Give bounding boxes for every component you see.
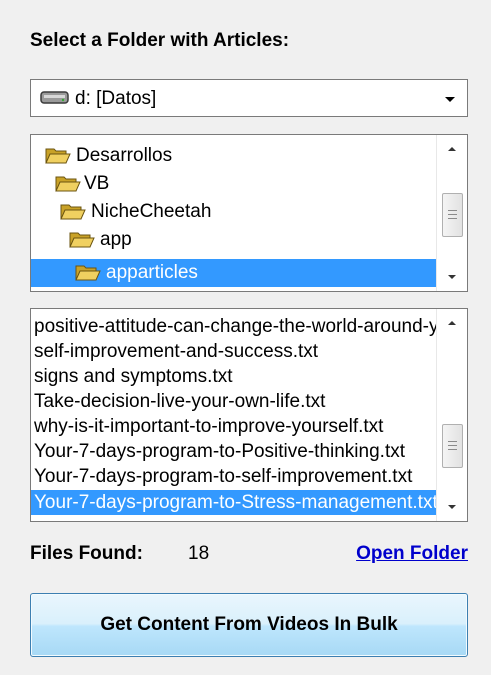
- scroll-thumb[interactable]: [442, 424, 463, 468]
- folder-item-label: Desarrollos: [76, 145, 173, 166]
- file-list-item[interactable]: self-improvement-and-success.txt: [34, 339, 438, 364]
- scroll-down-icon[interactable]: [437, 495, 467, 519]
- folder-item-label: VB: [84, 173, 110, 194]
- scroll-up-icon[interactable]: [437, 137, 467, 161]
- folder-open-icon: [55, 174, 81, 203]
- folder-open-icon: [69, 230, 95, 259]
- scroll-grip-line: [448, 210, 457, 211]
- file-list-item-selected[interactable]: Your-7-days-program-to-Stress-management…: [31, 490, 438, 515]
- get-content-bulk-button[interactable]: Get Content From Videos In Bulk: [30, 593, 468, 657]
- file-list-item[interactable]: signs and symptoms.txt: [34, 364, 438, 389]
- scroll-thumb[interactable]: [442, 193, 463, 237]
- drive-icon: [40, 90, 70, 111]
- file-list-item[interactable]: Your-7-days-program-to-self-improvement.…: [34, 464, 438, 489]
- scroll-grip-line: [448, 445, 457, 446]
- folder-open-icon: [75, 263, 101, 291]
- folder-open-icon: [60, 202, 86, 231]
- folder-list[interactable]: Desarrollos VB NicheCheetah app appartic…: [30, 134, 468, 292]
- chevron-down-icon[interactable]: [439, 89, 461, 109]
- file-list-item[interactable]: Your-7-days-program-to-Positive-thinking…: [34, 439, 438, 464]
- folder-item-label: NicheCheetah: [91, 201, 212, 222]
- file-list[interactable]: positive-attitude-can-change-the-world-a…: [30, 308, 468, 522]
- file-list-item[interactable]: Take-decision-live-your-own-life.txt: [34, 389, 438, 414]
- scroll-grip-line: [448, 441, 457, 442]
- files-found-label: Files Found:: [30, 543, 143, 564]
- scroll-grip-line: [448, 218, 457, 219]
- scroll-grip-line: [448, 449, 457, 450]
- folder-item-label: apparticles: [106, 262, 198, 283]
- open-folder-link[interactable]: Open Folder: [356, 543, 468, 565]
- files-found-count: 18: [188, 543, 210, 564]
- drive-select-value: d: [Datos]: [75, 88, 157, 109]
- scroll-up-icon[interactable]: [437, 311, 467, 335]
- folder-list-scrollbar[interactable]: [436, 135, 467, 291]
- folder-open-icon: [45, 146, 71, 175]
- file-list-item[interactable]: positive-attitude-can-change-the-world-a…: [34, 314, 438, 339]
- file-list-item[interactable]: why-is-it-important-to-improve-yourself.…: [34, 414, 438, 439]
- drive-select[interactable]: d: [Datos]: [30, 79, 468, 117]
- scroll-down-icon[interactable]: [437, 265, 467, 289]
- file-list-scrollbar[interactable]: [436, 309, 467, 521]
- folder-item-label: app: [100, 229, 132, 250]
- folder-heading: Select a Folder with Articles:: [30, 30, 290, 51]
- scroll-grip-line: [448, 214, 457, 215]
